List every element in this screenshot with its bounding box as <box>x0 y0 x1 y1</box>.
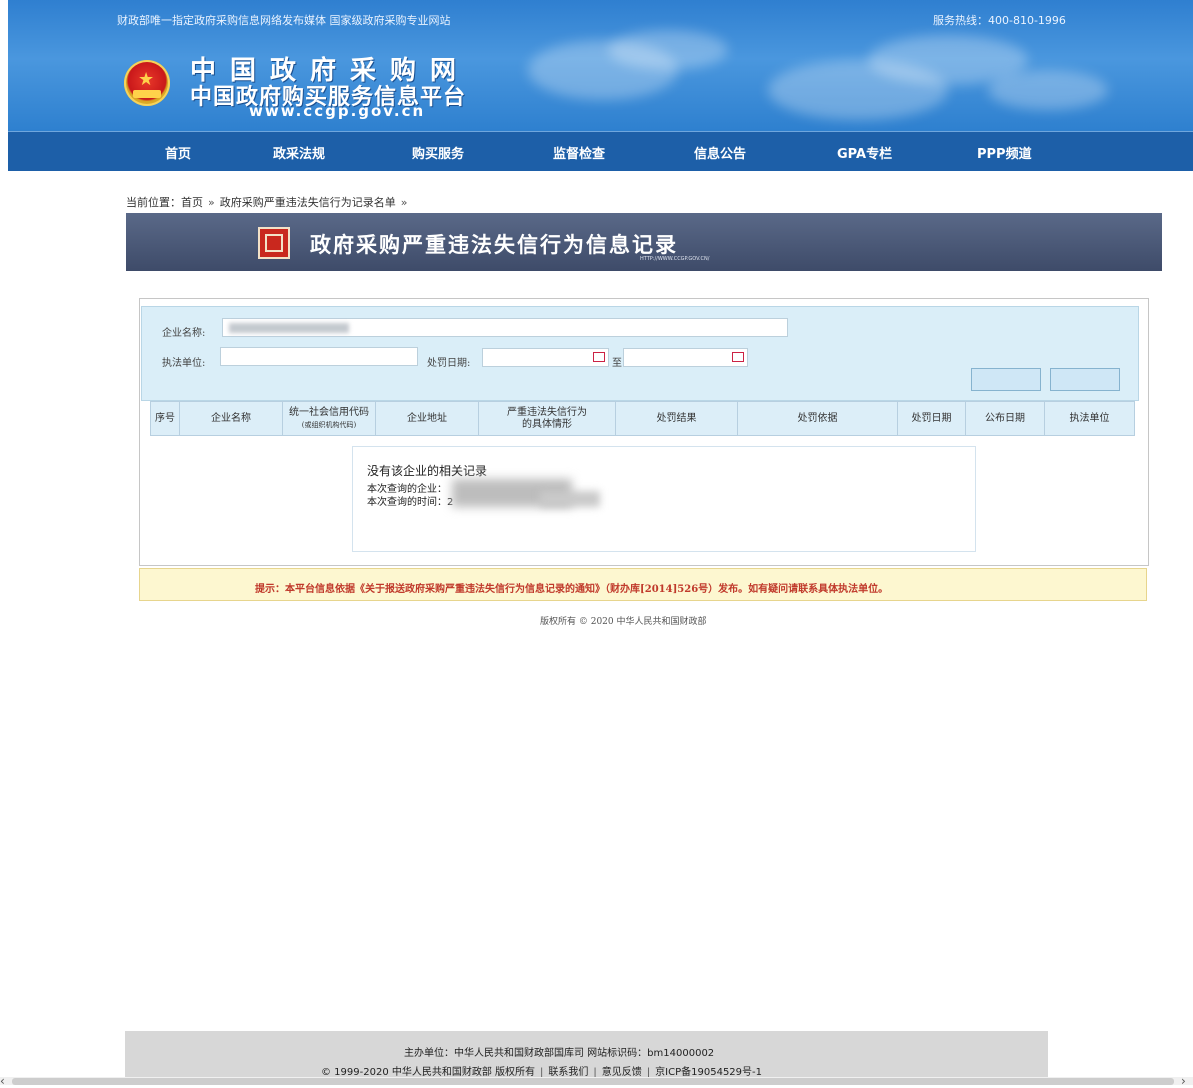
breadcrumb: 当前位置：首页 » 政府采购严重违法失信行为记录名单 » <box>126 194 412 210</box>
breadcrumb-separator: » <box>208 196 215 209</box>
col-header-penalty-result: 处罚结果 <box>615 401 738 436</box>
date-label: 处罚日期: <box>427 358 471 369</box>
breadcrumb-separator: » <box>400 196 408 209</box>
nav-item-gpa[interactable]: GPA专栏 <box>837 143 892 162</box>
service-hotline: 服务热线：400-810-1996 <box>933 14 1066 27</box>
page-title: 政府采购严重违法失信行为信息记录 <box>310 233 678 257</box>
tip-text: 提示：本平台信息依据《关于报送政府采购严重违法失信行为信息记录的通知》（财办库[… <box>255 584 889 595</box>
nav-item-purchase-service[interactable]: 购买服务 <box>412 143 464 162</box>
redacted-overlay <box>540 491 600 507</box>
national-emblem-icon[interactable]: ★ <box>124 60 170 106</box>
scrollbar-thumb[interactable] <box>12 1078 1174 1085</box>
calendar-icon[interactable] <box>732 352 744 362</box>
search-form: 企业名称: 执法单位: 处罚日期: 至 <box>141 306 1139 401</box>
seal-icon <box>258 227 290 259</box>
col-header-penalty-basis: 处罚依据 <box>737 401 898 436</box>
site-logo-url: www.ccgp.gov.cn <box>249 102 426 120</box>
breadcrumb-home-link[interactable]: 首页 <box>181 196 203 209</box>
breadcrumb-prefix: 当前位置： <box>126 196 181 209</box>
search-button[interactable] <box>971 368 1041 391</box>
footer-sponsor: 主办单位：中华人民共和国财政部国库司 网站标识码：bm14000002 <box>404 1048 715 1059</box>
nav-item-home[interactable]: 首页 <box>165 143 191 162</box>
date-to-label: 至 <box>612 358 622 369</box>
reset-button[interactable] <box>1050 368 1120 391</box>
footer-links: © 1999-2020 中华人民共和国财政部 版权所有 | 联系我们 | 意见反馈 | 京I… <box>321 1063 762 1078</box>
nav-item-supervision[interactable]: 监督检查 <box>553 143 605 162</box>
col-header-penalty-date: 处罚日期 <box>897 401 966 436</box>
results-table-header: 序号 企业名称 统一社会信用代码 (或组织机构代码) 企业地址 严重违法失信行为的… <box>150 401 1138 436</box>
date-end-input[interactable] <box>623 348 748 367</box>
calendar-icon[interactable] <box>593 352 605 362</box>
agency-label: 执法单位: <box>162 358 206 369</box>
no-results-title: 没有该企业的相关记录 <box>367 464 488 478</box>
col-header-violation: 严重违法失信行为 的具体情形 <box>478 401 616 436</box>
scroll-left-arrow-icon[interactable]: ‹ <box>0 1074 5 1088</box>
col-header-publish-date: 公布日期 <box>965 401 1045 436</box>
col-header-agency: 执法单位 <box>1044 401 1135 436</box>
panel-copyright: 版权所有 © 2020 中华人民共和国财政部 <box>540 617 707 627</box>
col-header-credit-code: 统一社会信用代码 (或组织机构代码) <box>282 401 376 436</box>
main-nav: 首页 政采法规 购买服务 监督检查 信息公告 GPA专栏 PPP频道 <box>8 131 1193 171</box>
top-slogan: 财政部唯一指定政府采购信息网络发布媒体 国家级政府采购专业网站 <box>117 14 451 27</box>
nav-item-announcements[interactable]: 信息公告 <box>694 143 746 162</box>
col-header-index: 序号 <box>150 401 180 436</box>
scroll-right-arrow-icon[interactable]: › <box>1181 1074 1186 1088</box>
agency-input[interactable] <box>220 347 418 366</box>
col-header-company-name: 企业名称 <box>179 401 283 436</box>
query-time-line: 本次查询的时间：2 <box>367 497 454 508</box>
company-name-label: 企业名称: <box>162 328 206 339</box>
date-start-input[interactable] <box>482 348 609 367</box>
breadcrumb-current-link[interactable]: 政府采购严重违法失信行为记录名单 <box>220 196 396 209</box>
nav-item-regulations[interactable]: 政采法规 <box>273 143 325 162</box>
col-header-address: 企业地址 <box>375 401 479 436</box>
nav-item-ppp[interactable]: PPP频道 <box>977 143 1032 162</box>
page-title-url: HTTP://WWW.CCGP.GOV.CN/ <box>640 256 710 262</box>
company-name-input[interactable] <box>222 318 788 337</box>
